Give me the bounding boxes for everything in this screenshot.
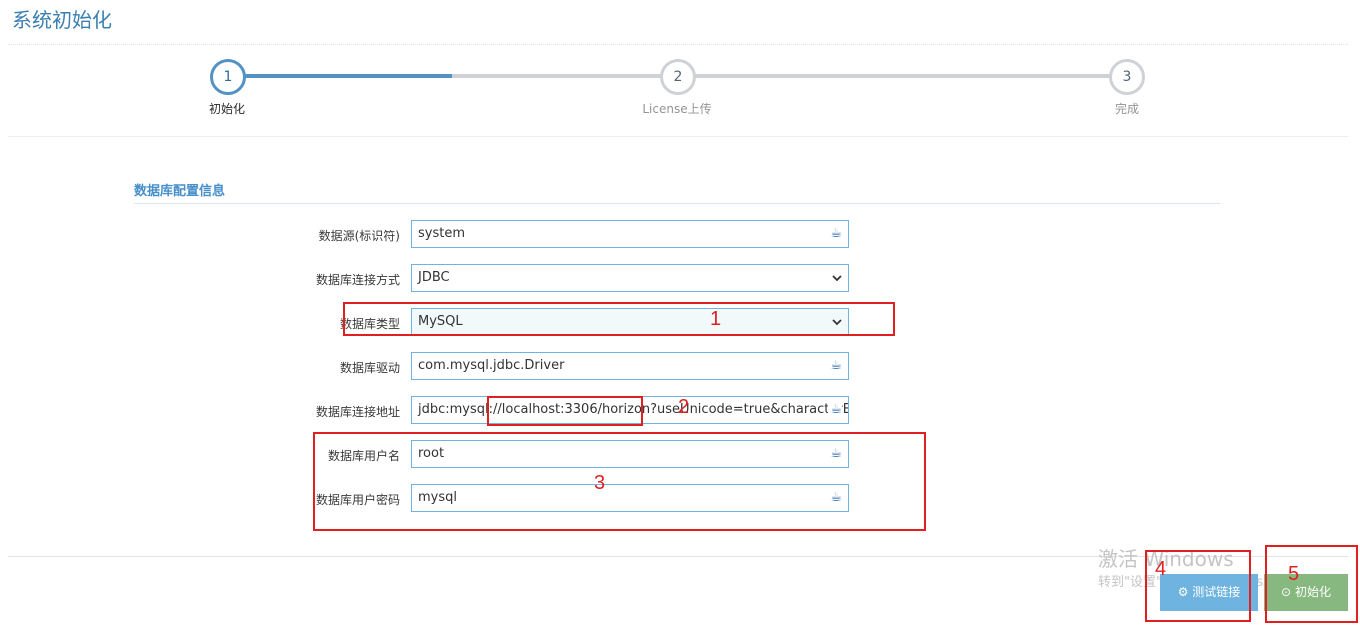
- annotation-box-2: [487, 396, 643, 426]
- annotation-number-4: 4: [1155, 558, 1167, 580]
- datasource-input[interactable]: system ☕: [411, 220, 849, 248]
- title-divider: [8, 44, 1348, 45]
- driver-value: com.mysql.jdbc.Driver: [418, 358, 565, 373]
- coffee-cup-icon: ☕: [830, 358, 842, 373]
- datasource-label: 数据源(标识符): [318, 229, 400, 243]
- annotation-box-1: [343, 302, 895, 336]
- step-1-label: 初始化: [208, 102, 245, 116]
- url-label: 数据库连接地址: [315, 405, 400, 419]
- datasource-value: system: [418, 226, 465, 241]
- step-3-circle[interactable]: 3: [1109, 59, 1145, 95]
- page-title: 系统初始化: [12, 8, 112, 32]
- step-3-label: 完成: [1114, 102, 1139, 116]
- step-1-circle[interactable]: 1: [210, 59, 246, 95]
- driver-label: 数据库驱动: [339, 361, 400, 375]
- driver-input[interactable]: com.mysql.jdbc.Driver ☕: [411, 352, 849, 380]
- chevron-down-icon: [832, 275, 842, 282]
- annotation-number-2: 2: [678, 396, 690, 418]
- annotation-number-1: 1: [710, 308, 722, 330]
- coffee-cup-icon: ☕: [830, 226, 842, 241]
- connection-mode-label: 数据库连接方式: [315, 273, 400, 287]
- annotation-number-3: 3: [594, 472, 606, 494]
- step-2-label: License上传: [642, 102, 712, 116]
- annotation-box-5: [1265, 545, 1358, 623]
- section-title: 数据库配置信息: [134, 184, 226, 199]
- annotation-number-5: 5: [1288, 563, 1300, 585]
- section-divider: [134, 203, 1220, 204]
- step-track-2: [677, 74, 1127, 78]
- connection-mode-select[interactable]: JDBC: [411, 264, 849, 292]
- annotation-box-3: [313, 432, 926, 531]
- connection-mode-value: JDBC: [418, 270, 450, 285]
- step-2-circle[interactable]: 2: [660, 59, 696, 95]
- step-progress: [227, 74, 452, 78]
- coffee-cup-icon: ☕: [828, 397, 842, 423]
- steps-divider: [8, 136, 1348, 137]
